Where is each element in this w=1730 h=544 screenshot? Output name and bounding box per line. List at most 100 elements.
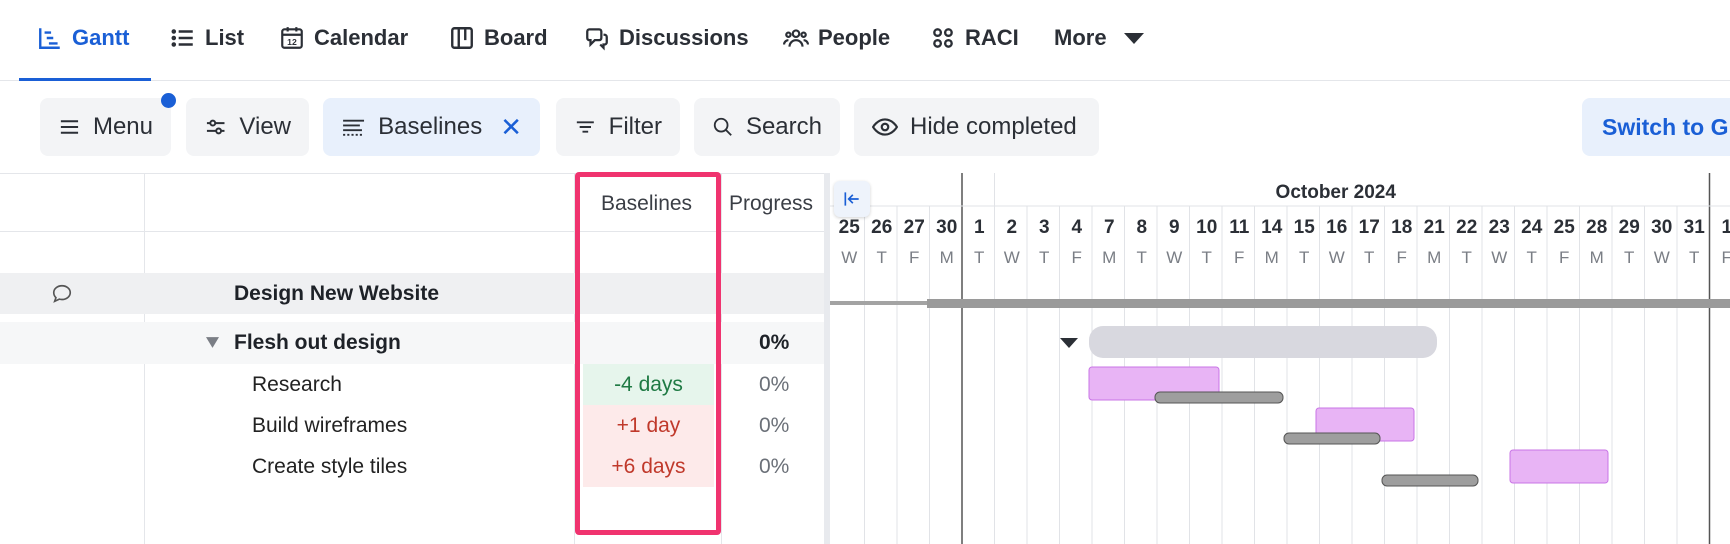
notification-dot: [161, 93, 176, 108]
day-number: 28: [1586, 217, 1607, 238]
weekday-letter: M: [1265, 248, 1279, 267]
weekday-letter: M: [1590, 248, 1604, 267]
tab-list[interactable]: List: [170, 20, 244, 56]
day-number: 8: [1136, 217, 1147, 238]
task-progress: 0%: [759, 372, 790, 396]
tab-gantt[interactable]: Gantt: [37, 20, 129, 56]
tab-label: RACI: [965, 25, 1019, 50]
column-header-progress[interactable]: Progress: [729, 192, 813, 216]
active-tab-indicator: [19, 78, 151, 81]
tab-raci[interactable]: RACI: [930, 20, 1019, 56]
task-bar: [1509, 449, 1609, 484]
day-number: 25: [839, 217, 861, 238]
group-progress: 0%: [759, 331, 790, 354]
day-number: 9: [1169, 217, 1180, 238]
tab-label: Calendar: [314, 25, 409, 50]
tab-label: More: [1054, 25, 1107, 50]
tab-more[interactable]: More: [1054, 20, 1146, 56]
tab-label: Gantt: [72, 25, 130, 50]
weekday-letter: W: [1654, 248, 1670, 267]
baselines-column-highlight: [575, 172, 721, 535]
close-icon[interactable]: ✕: [500, 112, 522, 143]
comment-icon[interactable]: [51, 283, 73, 305]
weekday-letter: F: [1072, 248, 1082, 267]
day-number: 3: [1039, 217, 1050, 238]
weekday-letter: W: [1166, 248, 1182, 267]
day-number: 7: [1104, 217, 1115, 238]
day-number: 2: [1006, 217, 1017, 238]
tab-people[interactable]: People: [783, 20, 890, 56]
search-label: Search: [745, 113, 822, 140]
tab-calendar[interactable]: 12 Calendar: [279, 20, 408, 56]
tab-discussions[interactable]: Discussions: [584, 20, 749, 56]
weekday-letter: M: [1102, 248, 1116, 267]
weekday-letter: F: [909, 248, 919, 267]
day-number: 4: [1071, 217, 1082, 238]
weekday-letter: T: [1202, 248, 1212, 267]
discussions-icon: [586, 28, 608, 51]
hide-completed-button[interactable]: Hide completed: [854, 98, 1099, 156]
baselines-label: Baselines: [378, 113, 483, 140]
weekday-letter: T: [1689, 248, 1699, 267]
day-number: 1: [974, 217, 985, 238]
group-name[interactable]: Flesh out design: [234, 322, 401, 364]
baseline-bar: [1283, 432, 1381, 445]
collapse-caret-icon[interactable]: [206, 337, 219, 348]
day-number: 16: [1326, 217, 1347, 238]
weekday-letter: W: [1004, 248, 1020, 267]
baselines-icon: [343, 119, 365, 136]
weekday-letter: W: [841, 248, 857, 267]
weekday-letter: T: [1039, 248, 1049, 267]
task-name[interactable]: Research: [252, 364, 342, 405]
day-number: 18: [1391, 217, 1412, 238]
collapse-left-icon: [844, 192, 859, 206]
collapse-grid-button[interactable]: [834, 181, 870, 217]
day-number: 21: [1424, 217, 1446, 238]
menu-button[interactable]: Menu: [40, 98, 171, 156]
filter-button[interactable]: Filter: [556, 98, 680, 156]
tab-label: List: [205, 25, 245, 50]
weekday-letter: T: [1299, 248, 1309, 267]
day-number: 14: [1261, 217, 1283, 238]
day-number: 10: [1196, 217, 1217, 238]
view-tabs: Gantt List 12 Calendar Board Discussions…: [0, 0, 1730, 81]
tab-board[interactable]: Board: [449, 20, 548, 56]
project-name[interactable]: Design New Website: [234, 273, 439, 314]
raci-icon: [933, 28, 953, 48]
day-number: 26: [871, 217, 892, 238]
svg-text:12: 12: [287, 37, 297, 47]
weekday-letter: T: [1527, 248, 1537, 267]
day-number: 25: [1554, 217, 1576, 238]
view-label: View: [239, 113, 291, 140]
search-button[interactable]: Search: [694, 98, 840, 156]
tab-label: People: [818, 25, 891, 50]
filter-label: Filter: [608, 113, 662, 140]
day-number: 29: [1619, 217, 1640, 238]
weekday-letter: F: [1559, 248, 1569, 267]
weekday-letter: T: [1137, 248, 1147, 267]
weekday-letter: F: [1722, 248, 1730, 267]
eye-icon: [872, 118, 898, 136]
day-number: 27: [904, 217, 925, 238]
hide-completed-label: Hide completed: [910, 113, 1077, 140]
weekday-letter: F: [1234, 248, 1244, 267]
task-progress: 0%: [759, 413, 790, 437]
baselines-button[interactable]: Baselines ✕: [323, 98, 540, 156]
task-name[interactable]: Build wireframes: [252, 405, 407, 446]
filter-icon: [576, 121, 594, 133]
weekday-letter: F: [1397, 248, 1407, 267]
weekday-letter: W: [1329, 248, 1345, 267]
day-number: 30: [936, 217, 957, 238]
task-name[interactable]: Create style tiles: [252, 446, 407, 487]
switch-view-button[interactable]: Switch to G: [1582, 98, 1730, 156]
day-number: 24: [1521, 217, 1543, 238]
gantt-icon: [39, 28, 60, 49]
weekday-letter: T: [1624, 248, 1634, 267]
caret-down-icon: [1123, 33, 1144, 44]
view-button[interactable]: View: [186, 98, 309, 156]
hamburger-icon: [60, 120, 79, 134]
day-number: 31: [1684, 217, 1706, 238]
task-progress: 0%: [759, 454, 790, 478]
project-summary-bar: [927, 299, 1730, 308]
calendar-icon: 12: [281, 27, 303, 49]
